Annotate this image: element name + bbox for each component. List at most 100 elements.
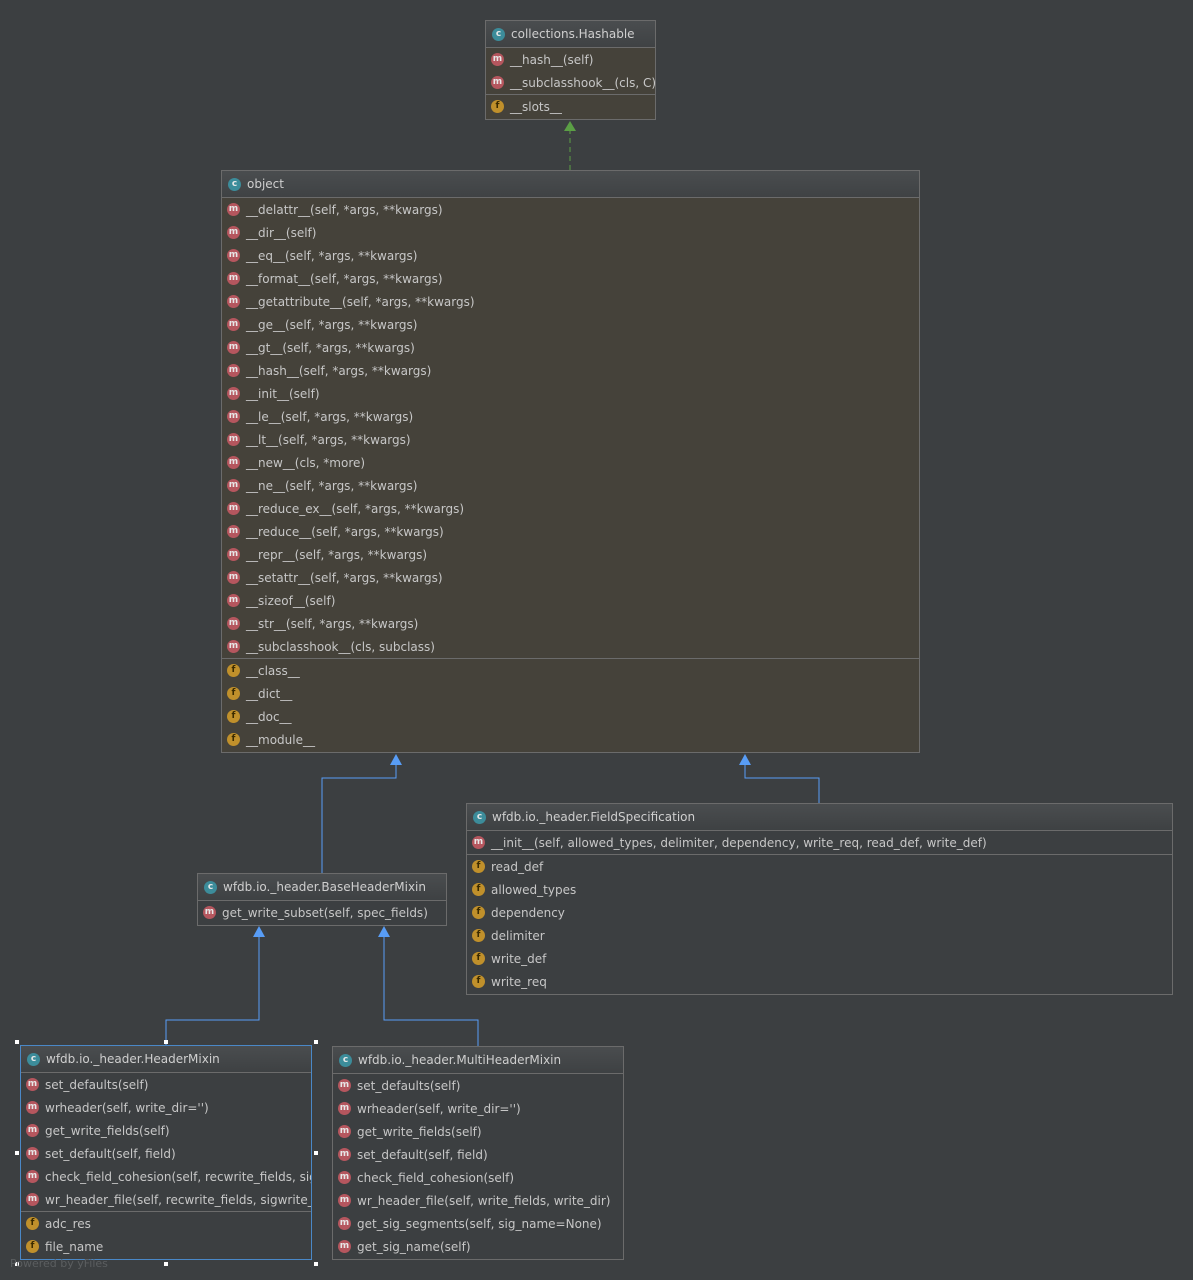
field-icon: f [472, 906, 485, 919]
method-row[interactable]: m wrheader(self, write_dir='') [21, 1096, 311, 1119]
field-row[interactable]: f adc_res [21, 1211, 311, 1235]
method-icon: m [26, 1193, 39, 1206]
method-row[interactable]: m set_defaults(self) [21, 1073, 311, 1096]
class-header[interactable]: c wfdb.io._header.MultiHeaderMixin [333, 1047, 623, 1074]
resize-handle-ne[interactable] [314, 1040, 318, 1044]
field-row[interactable]: f __class__ [222, 658, 919, 682]
resize-handle-e[interactable] [314, 1151, 318, 1155]
method-icon: m [338, 1194, 351, 1207]
method-row[interactable]: m __sizeof__(self) [222, 589, 919, 612]
method-row[interactable]: m wr_header_file(self, recwrite_fields, s… [21, 1188, 311, 1211]
method-row[interactable]: m wrheader(self, write_dir='') [333, 1097, 623, 1120]
class-box-hashable[interactable]: c collections.Hashable m __hash__(self) m _… [485, 20, 656, 120]
method-row[interactable]: m __hash__(self, *args, **kwargs) [222, 359, 919, 382]
method-row[interactable]: m __str__(self, *args, **kwargs) [222, 612, 919, 635]
method-icon: m [26, 1124, 39, 1137]
method-row[interactable]: m __getattribute__(self, *args, **kwargs) [222, 290, 919, 313]
method-row[interactable]: m __init__(self) [222, 382, 919, 405]
class-header[interactable]: c object [222, 171, 919, 198]
class-icon: c [473, 810, 486, 824]
method-row[interactable]: m __new__(cls, *more) [222, 451, 919, 474]
method-signature: __hash__(self) [510, 52, 594, 67]
class-header[interactable]: c wfdb.io._header.HeaderMixin [21, 1046, 311, 1073]
method-icon: m [491, 76, 504, 89]
resize-handle-n[interactable] [164, 1040, 168, 1044]
method-row[interactable]: m check_field_cohesion(self) [333, 1166, 623, 1189]
method-signature: wr_header_file(self, recwrite_fields, si… [45, 1192, 311, 1207]
field-row[interactable]: f read_def [467, 854, 1172, 878]
method-row[interactable]: m __eq__(self, *args, **kwargs) [222, 244, 919, 267]
field-row[interactable]: f dependency [467, 901, 1172, 924]
class-header[interactable]: c wfdb.io._header.FieldSpecification [467, 804, 1172, 831]
class-box-field-specification[interactable]: c wfdb.io._header.FieldSpecification m __… [466, 803, 1173, 995]
field-icon: f [472, 952, 485, 965]
method-row[interactable]: m __le__(self, *args, **kwargs) [222, 405, 919, 428]
field-name: dependency [491, 905, 565, 920]
method-signature: __ne__(self, *args, **kwargs) [246, 478, 418, 493]
arrowhead-base-right [378, 926, 390, 937]
method-icon: m [338, 1217, 351, 1230]
method-row[interactable]: m __reduce_ex__(self, *args, **kwargs) [222, 497, 919, 520]
resize-handle-nw[interactable] [15, 1040, 19, 1044]
method-row[interactable]: m __ne__(self, *args, **kwargs) [222, 474, 919, 497]
method-row[interactable]: m get_sig_segments(self, sig_name=None) [333, 1212, 623, 1235]
field-row[interactable]: f __slots__ [486, 94, 655, 118]
method-signature: wrheader(self, write_dir='') [357, 1101, 521, 1116]
class-icon: c [492, 27, 505, 41]
field-row[interactable]: f file_name [21, 1235, 311, 1258]
method-row[interactable]: m __subclasshook__(cls, C) [486, 71, 655, 94]
method-row[interactable]: m __setattr__(self, *args, **kwargs) [222, 566, 919, 589]
field-row[interactable]: f write_req [467, 970, 1172, 993]
resize-handle-w[interactable] [15, 1151, 19, 1155]
field-icon: f [472, 883, 485, 896]
method-row[interactable]: m wr_header_file(self, write_fields, writ… [333, 1189, 623, 1212]
class-header[interactable]: c collections.Hashable [486, 21, 655, 48]
field-name: __dict__ [246, 686, 293, 701]
field-row[interactable]: f allowed_types [467, 878, 1172, 901]
method-signature: set_default(self, field) [357, 1147, 488, 1162]
field-row[interactable]: f write_def [467, 947, 1172, 970]
method-row[interactable]: m __repr__(self, *args, **kwargs) [222, 543, 919, 566]
method-signature: __subclasshook__(cls, subclass) [246, 639, 435, 654]
method-row[interactable]: m get_write_fields(self) [333, 1120, 623, 1143]
field-row[interactable]: f delimiter [467, 924, 1172, 947]
method-row[interactable]: m __format__(self, *args, **kwargs) [222, 267, 919, 290]
class-header[interactable]: c wfdb.io._header.BaseHeaderMixin [198, 874, 446, 901]
class-name: wfdb.io._header.FieldSpecification [492, 810, 696, 824]
method-signature: get_write_fields(self) [357, 1124, 482, 1139]
method-row[interactable]: m set_default(self, field) [21, 1142, 311, 1165]
method-signature: __new__(cls, *more) [246, 455, 366, 470]
class-box-base-header-mixin[interactable]: c wfdb.io._header.BaseHeaderMixin m get_w… [197, 873, 447, 926]
method-row[interactable]: m __lt__(self, *args, **kwargs) [222, 428, 919, 451]
method-icon: m [227, 548, 240, 561]
field-name: allowed_types [491, 882, 577, 897]
method-row[interactable]: m __reduce__(self, *args, **kwargs) [222, 520, 919, 543]
resize-handle-se[interactable] [314, 1262, 318, 1266]
method-signature: __init__(self) [246, 386, 320, 401]
field-name: read_def [491, 859, 544, 874]
method-row[interactable]: m __dir__(self) [222, 221, 919, 244]
method-icon: m [227, 617, 240, 630]
field-row[interactable]: f __dict__ [222, 682, 919, 705]
class-box-header-mixin[interactable]: c wfdb.io._header.HeaderMixin m set_defau… [20, 1045, 312, 1260]
method-row[interactable]: m __subclasshook__(cls, subclass) [222, 635, 919, 658]
method-row[interactable]: m __delattr__(self, *args, **kwargs) [222, 198, 919, 221]
field-row[interactable]: f __doc__ [222, 705, 919, 728]
method-row[interactable]: m __ge__(self, *args, **kwargs) [222, 313, 919, 336]
field-name: adc_res [45, 1216, 91, 1231]
method-row[interactable]: m set_defaults(self) [333, 1074, 623, 1097]
method-row[interactable]: m get_sig_name(self) [333, 1235, 623, 1258]
field-name: __module__ [246, 732, 315, 747]
method-row[interactable]: m __hash__(self) [486, 48, 655, 71]
method-row[interactable]: m __gt__(self, *args, **kwargs) [222, 336, 919, 359]
method-row[interactable]: m get_write_subset(self, spec_fields) [198, 901, 446, 924]
method-row[interactable]: m get_write_fields(self) [21, 1119, 311, 1142]
method-row[interactable]: m check_field_cohesion(self, recwrite_fie… [21, 1165, 311, 1188]
method-row[interactable]: m set_default(self, field) [333, 1143, 623, 1166]
class-box-object[interactable]: c object m __delattr__(self, *args, **kwa… [221, 170, 920, 753]
resize-handle-s[interactable] [164, 1262, 168, 1266]
method-icon: m [227, 525, 240, 538]
field-row[interactable]: f __module__ [222, 728, 919, 751]
method-row[interactable]: m __init__(self, allowed_types, delimiter… [467, 831, 1172, 854]
class-box-multi-header-mixin[interactable]: c wfdb.io._header.MultiHeaderMixin m set_… [332, 1046, 624, 1260]
